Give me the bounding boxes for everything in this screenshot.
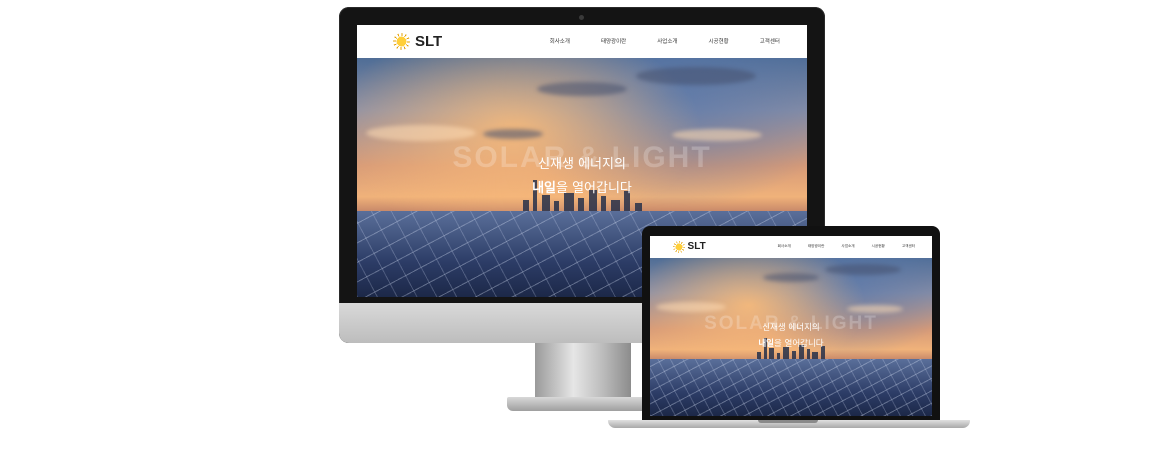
laptop-screen: SLT 회사소개 태양광이란 사업소개 시공현황 고객센터 SOLAR & LI… (650, 236, 932, 416)
hero-tagline-bold: 내일 (758, 338, 774, 349)
nav-item-business[interactable]: 사업소개 (657, 37, 677, 45)
hero-tagline-line2: 내일을 열어갑니다 (357, 177, 807, 196)
cloud (762, 273, 819, 283)
main-nav: 회사소개 태양광이란 사업소개 시공현황 고객센터 (778, 244, 915, 249)
cloud (824, 263, 901, 275)
sun-logo-icon (672, 240, 685, 253)
website: SLT 회사소개 태양광이란 사업소개 시공현황 고객센터 SOLAR & LI… (650, 236, 932, 416)
hero-tagline-line1: 신재생 에너지의 (538, 157, 626, 173)
site-header: SLT 회사소개 태양광이란 사업소개 시공현황 고객센터 (650, 236, 932, 258)
cloud (672, 129, 762, 142)
nav-item-construction[interactable]: 시공현황 (709, 37, 729, 45)
logo-text: SLT (687, 241, 706, 253)
nav-item-support[interactable]: 고객센터 (902, 244, 915, 249)
nav-item-support[interactable]: 고객센터 (760, 37, 780, 45)
nav-item-business[interactable]: 사업소개 (841, 244, 854, 249)
cloud (636, 67, 756, 86)
nav-item-solar[interactable]: 태양광이란 (601, 37, 626, 45)
hero-banner: SOLAR & LIGHT 신재생 에너지의 내일을 열어갑니다 (650, 257, 932, 416)
hero-tagline-bold: 내일 (532, 181, 556, 197)
logo-text: SLT (415, 32, 443, 50)
site-header: SLT 회사소개 태양광이란 사업소개 시공현황 고객센터 (357, 25, 807, 58)
nav-item-solar[interactable]: 태양광이란 (808, 244, 825, 249)
cloud (537, 81, 627, 96)
nav-item-company[interactable]: 회사소개 (778, 244, 791, 249)
cloud (847, 305, 904, 314)
main-nav: 회사소개 태양광이란 사업소개 시공현황 고객센터 (550, 37, 780, 45)
camera-icon (579, 15, 584, 20)
laptop-mockup: SLT 회사소개 태양광이란 사업소개 시공현황 고객센터 SOLAR & LI… (608, 226, 970, 432)
cloud (483, 129, 543, 140)
cloud (655, 301, 726, 312)
nav-item-construction[interactable]: 시공현황 (872, 244, 885, 249)
hero-tagline-line1: 신재생 에너지의 (762, 322, 820, 333)
cloud (366, 124, 476, 141)
solar-panels (650, 358, 932, 416)
logo[interactable]: SLT (393, 32, 443, 50)
hero-tagline-line2: 내일을 열어갑니다 (650, 337, 932, 349)
nav-item-company[interactable]: 회사소개 (550, 37, 570, 45)
sun-logo-icon (393, 32, 410, 50)
hero-tagline-rest: 을 열어갑니다 (556, 181, 632, 197)
laptop-notch (758, 420, 818, 423)
logo[interactable]: SLT (672, 240, 706, 253)
hero-tagline-rest: 을 열어갑니다 (774, 338, 824, 349)
